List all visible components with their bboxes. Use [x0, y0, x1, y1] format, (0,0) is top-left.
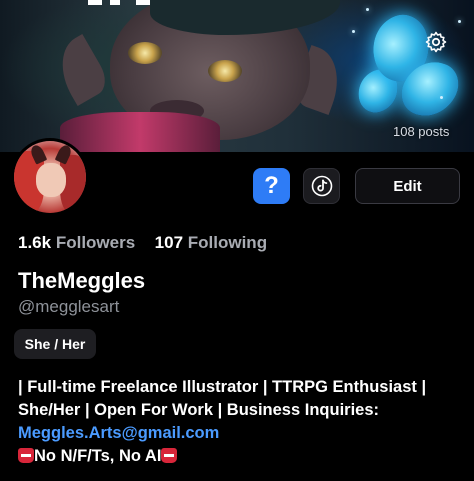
email-link[interactable]: Meggles.Arts@gmail.com	[18, 422, 468, 445]
bio: | Full-time Freelance Illustrator | TTRP…	[18, 376, 468, 468]
sparkle	[458, 20, 461, 23]
followers-link[interactable]: 1.6k Followers	[18, 233, 140, 252]
banner-art-eye	[128, 42, 162, 64]
no-entry-emoji-icon	[161, 448, 178, 463]
help-button[interactable]: ?	[253, 168, 290, 204]
bio-line: She/Her | Open For Work | Business Inqui…	[18, 401, 380, 419]
avatar-image	[14, 141, 86, 213]
sparkle	[366, 8, 369, 11]
tiktok-icon	[311, 175, 332, 197]
display-name: TheMeggles	[18, 268, 146, 293]
banner-art-ear-left	[47, 34, 113, 106]
bio-notice-text: No N/F/Ts, No AI	[34, 447, 162, 465]
handle: @megglesart	[18, 297, 120, 316]
tiktok-button[interactable]	[303, 168, 340, 204]
followers-label: Followers	[55, 233, 136, 252]
edit-profile-button[interactable]: Edit	[355, 168, 460, 204]
banner-art-scarf	[60, 112, 220, 152]
pronouns-badge: She / Her	[14, 329, 96, 359]
bio-line: | Full-time Freelance Illustrator | TTRP…	[18, 378, 427, 396]
bio-line-notice: No N/F/Ts, No AI	[18, 445, 468, 468]
banner-art-hair	[150, 0, 340, 35]
following-count: 107	[154, 233, 184, 252]
following-link[interactable]: 107 Following	[155, 233, 267, 252]
gear-icon[interactable]	[421, 27, 451, 57]
sparkle	[440, 96, 443, 99]
profile-banner[interactable]: 108 posts	[0, 0, 474, 152]
post-count: 108 posts	[393, 124, 450, 139]
following-label: Following	[187, 233, 268, 252]
followers-count: 1.6k	[18, 233, 52, 252]
profile-stats: 1.6k Followers 107 Following	[18, 233, 267, 253]
no-entry-emoji-icon	[18, 448, 34, 463]
banner-art-eye	[208, 60, 242, 82]
avatar[interactable]	[11, 138, 89, 216]
sparkle	[352, 30, 355, 33]
